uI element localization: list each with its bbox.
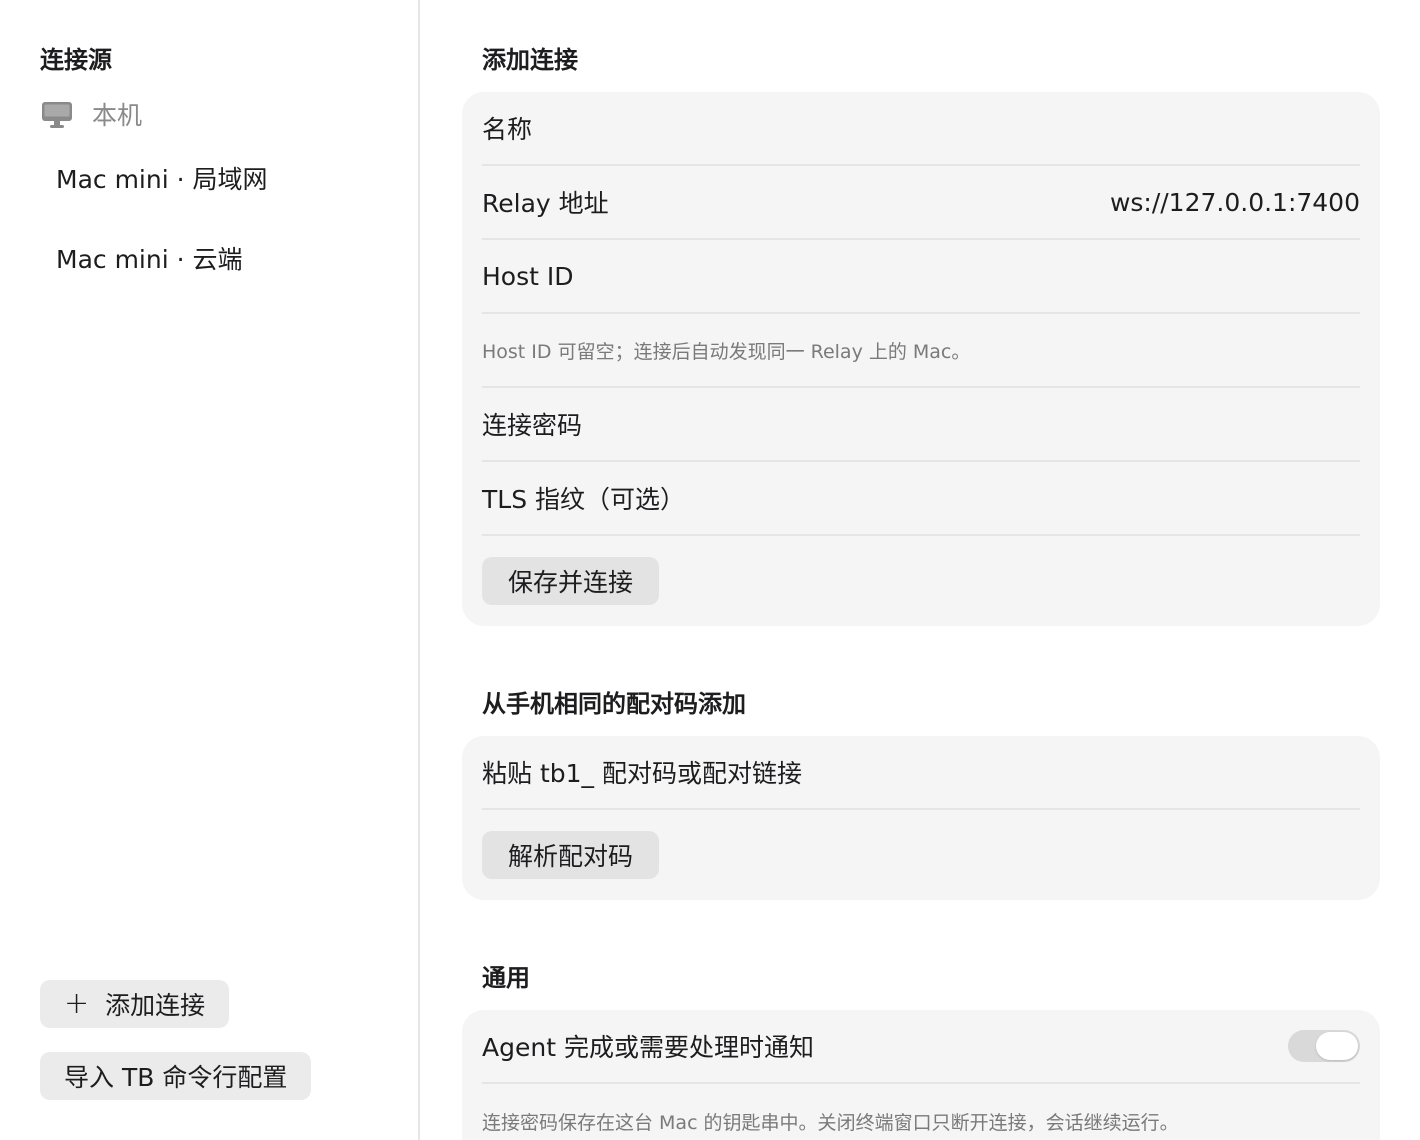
sidebar-item-mac-mini-lan[interactable]: Mac mini · 局域网 bbox=[56, 160, 268, 196]
save-button-row: 保存并连接 bbox=[482, 536, 1360, 626]
pairing-title: 从手机相同的配对码添加 bbox=[482, 690, 746, 718]
save-and-connect-button[interactable]: 保存并连接 bbox=[482, 557, 659, 605]
pairing-code-field[interactable]: 粘贴 tb1_ 配对码或配对链接 bbox=[482, 736, 1360, 810]
relay-address-label: Relay 地址 bbox=[482, 189, 609, 218]
add-connection-card: 名称 Relay 地址 ws://127.0.0.1:7400 Host ID … bbox=[462, 92, 1380, 626]
notify-row: Agent 完成或需要处理时通知 bbox=[482, 1010, 1360, 1084]
import-config-button[interactable]: 导入 TB 命令行配置 bbox=[40, 1052, 312, 1100]
parse-button-row: 解析配对码 bbox=[482, 810, 1360, 900]
main-panel: 添加连接 名称 Relay 地址 ws://127.0.0.1:7400 Hos… bbox=[422, 0, 1420, 1140]
plus-icon: + bbox=[64, 986, 90, 1021]
host-id-placeholder: Host ID bbox=[482, 261, 574, 291]
pairing-code-placeholder: 粘贴 tb1_ 配对码或配对链接 bbox=[482, 759, 802, 788]
relay-address-value: ws://127.0.0.1:7400 bbox=[1109, 187, 1360, 217]
sidebar-item-mac-mini-cloud[interactable]: Mac mini · 云端 bbox=[56, 240, 243, 276]
add-connection-button[interactable]: + 添加连接 bbox=[40, 980, 230, 1028]
add-connection-label: 添加连接 bbox=[105, 991, 206, 1020]
parse-pairing-code-button[interactable]: 解析配对码 bbox=[482, 831, 659, 879]
app-window: 连接源 本机 Mac mini · 局域网 Mac mini · 云端 + 添加… bbox=[0, 0, 1420, 1140]
notify-toggle[interactable] bbox=[1288, 1030, 1360, 1062]
password-placeholder: 连接密码 bbox=[482, 411, 583, 440]
general-title: 通用 bbox=[482, 964, 530, 992]
sidebar-title: 连接源 bbox=[40, 46, 112, 74]
toggle-knob bbox=[1316, 1032, 1358, 1060]
notify-label: Agent 完成或需要处理时通知 bbox=[482, 1033, 814, 1062]
password-field[interactable]: 连接密码 bbox=[482, 388, 1360, 462]
add-connection-title: 添加连接 bbox=[482, 46, 578, 74]
host-id-field[interactable]: Host ID bbox=[482, 240, 1360, 314]
general-card: Agent 完成或需要处理时通知 连接密码保存在这台 Mac 的钥匙串中。关闭终… bbox=[462, 1010, 1380, 1140]
sidebar-item-local-label: 本机 bbox=[92, 101, 143, 130]
monitor-icon bbox=[40, 99, 74, 129]
host-id-hint: Host ID 可留空；连接后自动发现同一 Relay 上的 Mac。 bbox=[482, 314, 1360, 388]
import-config-label: 导入 TB 命令行配置 bbox=[64, 1063, 288, 1092]
tls-fingerprint-placeholder: TLS 指纹（可选） bbox=[482, 485, 686, 514]
relay-address-field[interactable]: Relay 地址 ws://127.0.0.1:7400 bbox=[482, 166, 1360, 240]
general-footnote: 连接密码保存在这台 Mac 的钥匙串中。关闭终端窗口只断开连接，会话继续运行。 bbox=[482, 1084, 1360, 1140]
sidebar: 连接源 本机 Mac mini · 局域网 Mac mini · 云端 + 添加… bbox=[0, 0, 420, 1140]
name-field[interactable]: 名称 bbox=[482, 92, 1360, 166]
general-footnote-text: 连接密码保存在这台 Mac 的钥匙串中。关闭终端窗口只断开连接，会话继续运行。 bbox=[482, 1111, 1179, 1134]
tls-fingerprint-field[interactable]: TLS 指纹（可选） bbox=[482, 462, 1360, 536]
pairing-card: 粘贴 tb1_ 配对码或配对链接 解析配对码 bbox=[462, 736, 1380, 900]
sidebar-item-local[interactable]: 本机 bbox=[40, 96, 142, 132]
name-placeholder: 名称 bbox=[482, 115, 533, 144]
host-id-hint-text: Host ID 可留空；连接后自动发现同一 Relay 上的 Mac。 bbox=[482, 340, 971, 363]
